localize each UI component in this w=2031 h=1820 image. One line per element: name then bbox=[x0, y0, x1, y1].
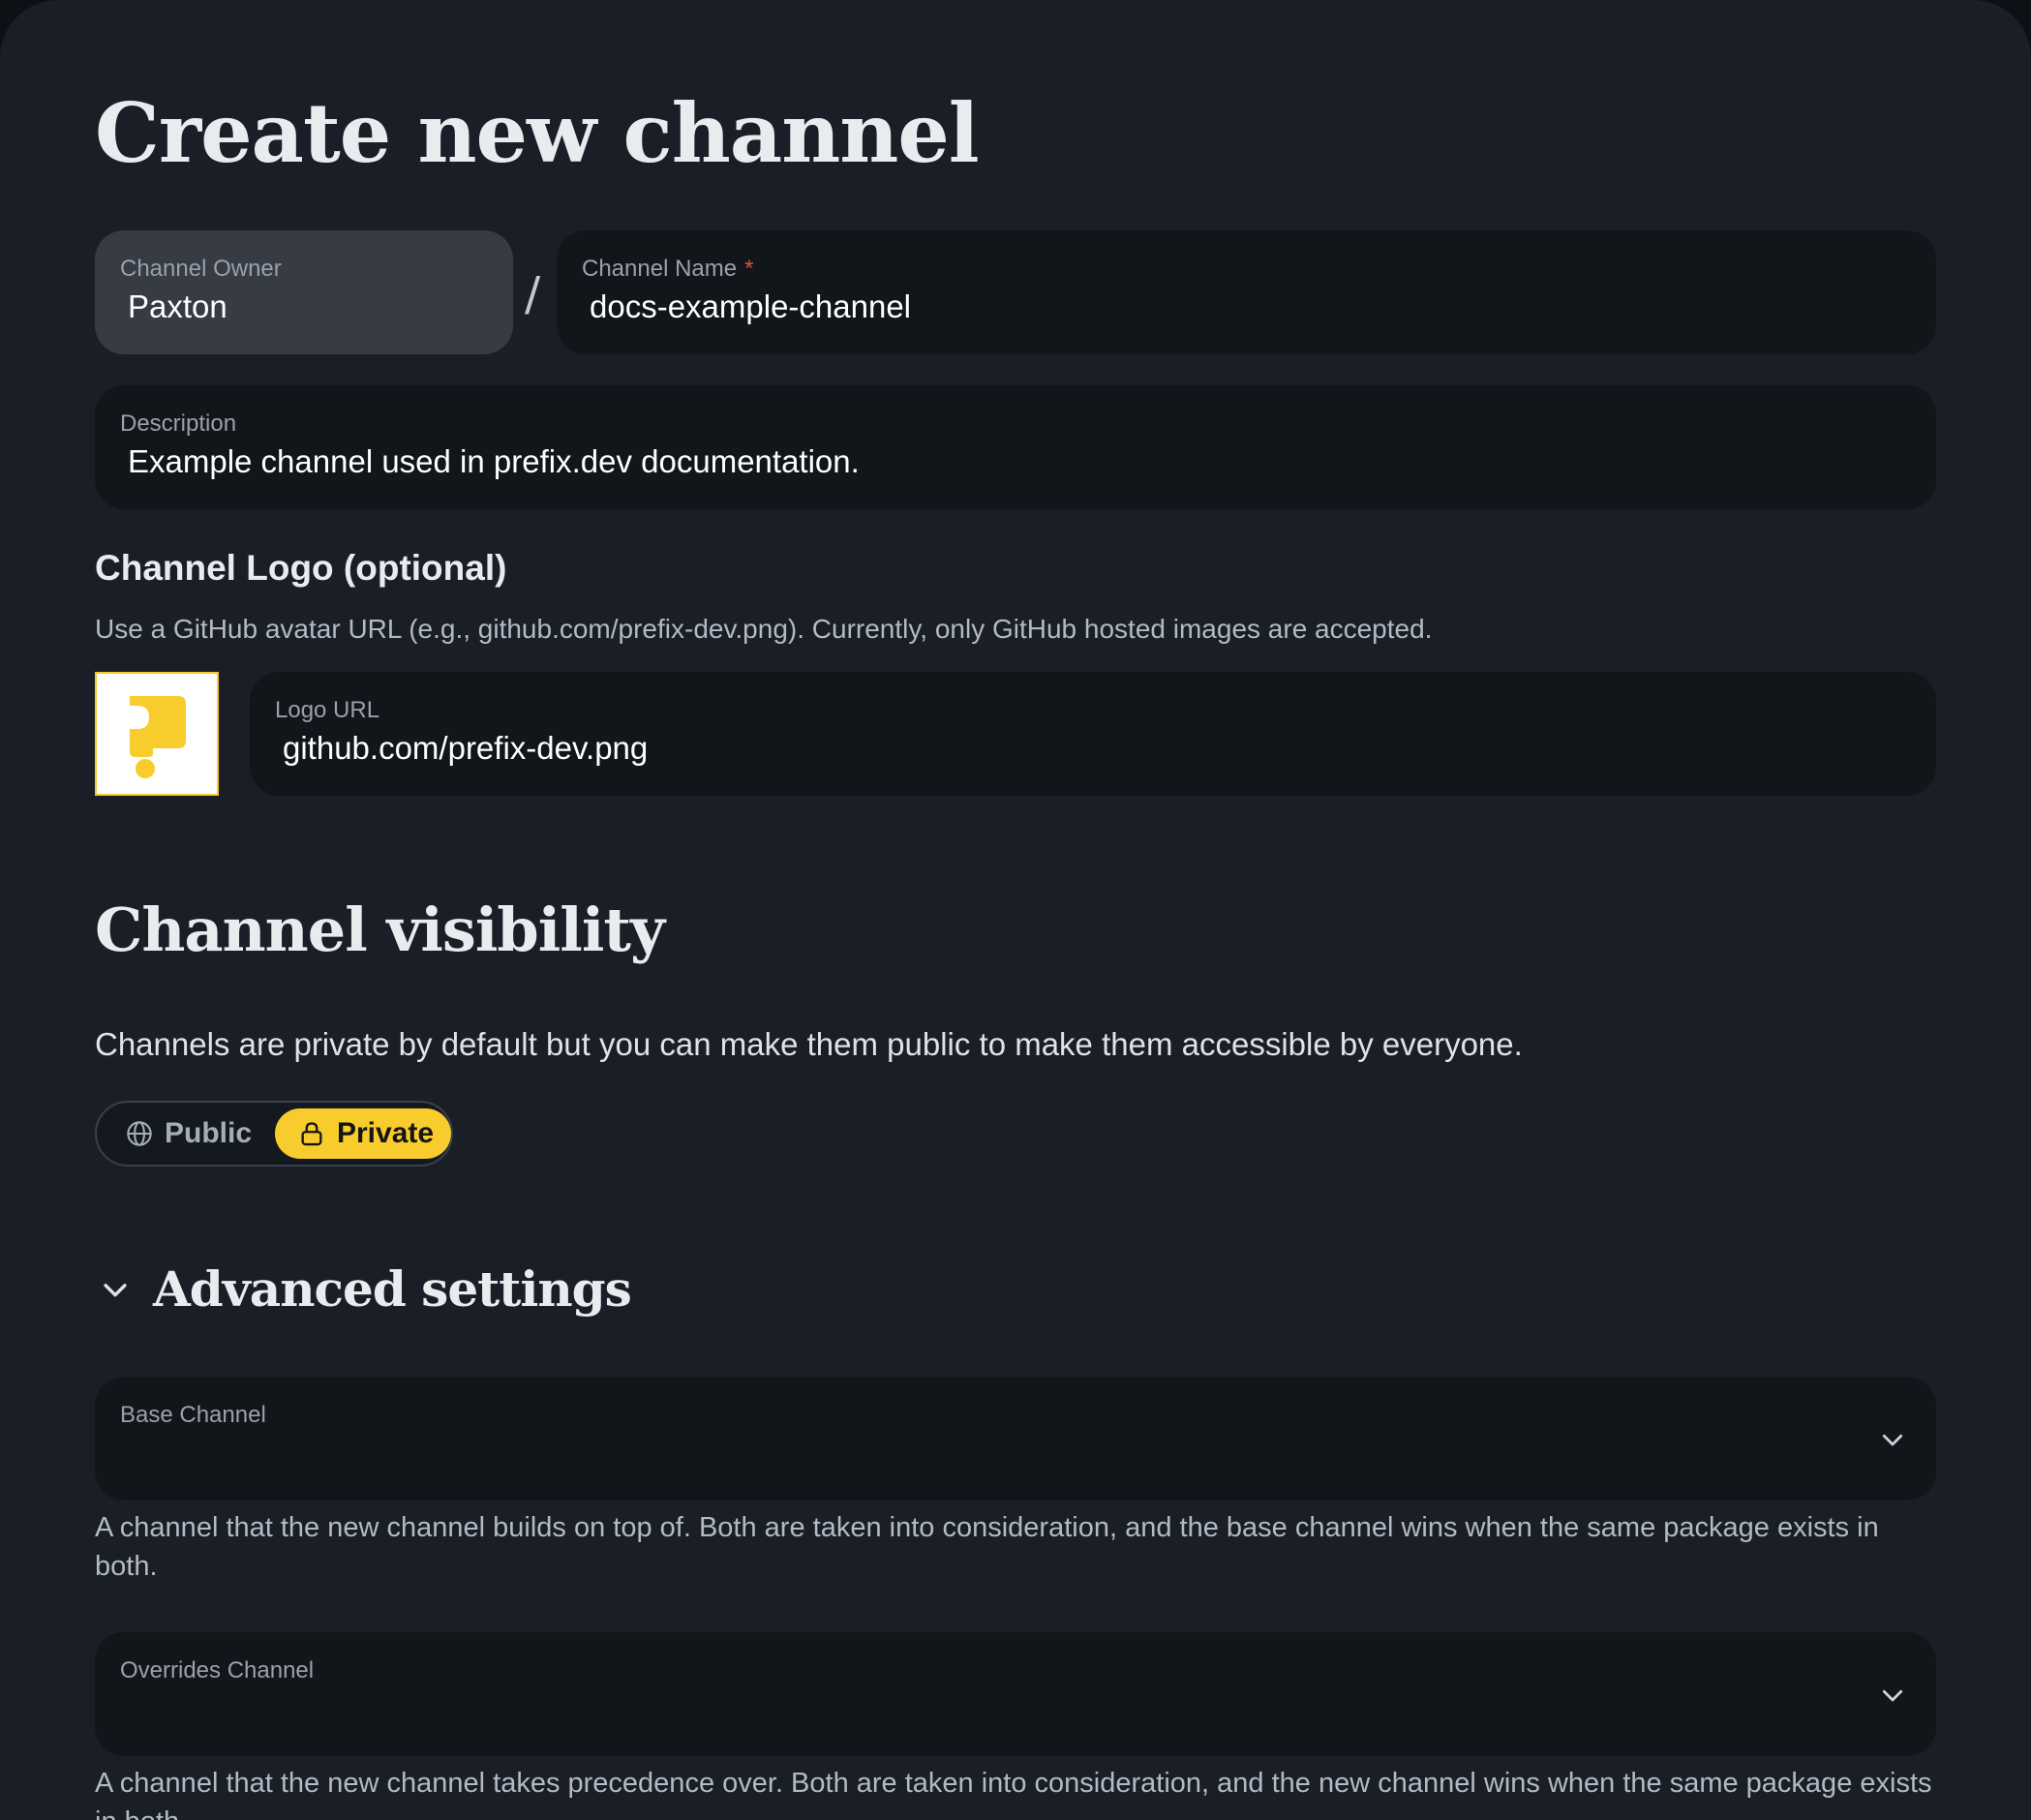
overrides-channel-select[interactable]: Overrides Channel bbox=[95, 1632, 1936, 1756]
channel-name-value: docs-example-channel bbox=[590, 288, 912, 324]
description-value: Example channel used in prefix.dev docum… bbox=[128, 443, 860, 479]
page-title: Create new channel bbox=[95, 85, 980, 181]
channel-owner-label: Channel Owner bbox=[120, 256, 282, 282]
description-label: Description bbox=[120, 410, 237, 437]
lock-icon bbox=[301, 1122, 322, 1146]
base-channel-label: Base Channel bbox=[120, 1402, 266, 1428]
channel-owner-field: Channel Owner Paxton bbox=[95, 230, 513, 354]
logo-preview bbox=[95, 672, 219, 796]
base-channel-help: A channel that the new channel builds on… bbox=[95, 1512, 1879, 1582]
required-marker: * bbox=[744, 256, 754, 282]
channel-name-label: Channel Name * bbox=[582, 256, 754, 282]
channel-owner-value: Paxton bbox=[128, 288, 227, 324]
overrides-channel-help: A channel that the new channel takes pre… bbox=[95, 1768, 1932, 1820]
overrides-channel-label: Overrides Channel bbox=[120, 1657, 315, 1684]
visibility-option-public[interactable]: Public bbox=[103, 1108, 269, 1159]
logo-url-value: github.com/prefix-dev.png bbox=[283, 730, 649, 766]
visibility-toggle: Public Private bbox=[95, 1101, 453, 1167]
visibility-description: Channels are private by default but you … bbox=[95, 1026, 1523, 1062]
description-input[interactable]: Description Example channel used in pref… bbox=[95, 385, 1936, 509]
owner-name-separator: / bbox=[525, 267, 541, 321]
visibility-option-private[interactable]: Private bbox=[275, 1108, 452, 1159]
channel-logo-heading: Channel Logo (optional) bbox=[95, 548, 507, 588]
visibility-heading: Channel visibility bbox=[95, 895, 665, 965]
prefix-logo-icon bbox=[130, 696, 186, 778]
channel-name-input[interactable]: Channel Name * docs-example-channel bbox=[557, 230, 1936, 354]
channel-logo-note: Use a GitHub avatar URL (e.g., github.co… bbox=[95, 614, 1433, 644]
chevron-down-icon bbox=[104, 1283, 127, 1296]
chevron-down-icon bbox=[1882, 1689, 1903, 1702]
private-label: Private bbox=[337, 1117, 435, 1149]
advanced-settings-heading: Advanced settings bbox=[153, 1260, 632, 1318]
public-label: Public bbox=[165, 1117, 253, 1149]
create-channel-panel: Create new channel Channel Owner Paxton … bbox=[0, 0, 2031, 1820]
advanced-settings-toggle[interactable]: Advanced settings bbox=[95, 1260, 632, 1318]
globe-icon bbox=[127, 1121, 152, 1146]
logo-url-label: Logo URL bbox=[275, 697, 380, 723]
chevron-down-icon bbox=[1882, 1434, 1903, 1446]
logo-url-input[interactable]: Logo URL github.com/prefix-dev.png bbox=[250, 672, 1936, 796]
base-channel-select[interactable]: Base Channel bbox=[95, 1377, 1936, 1501]
